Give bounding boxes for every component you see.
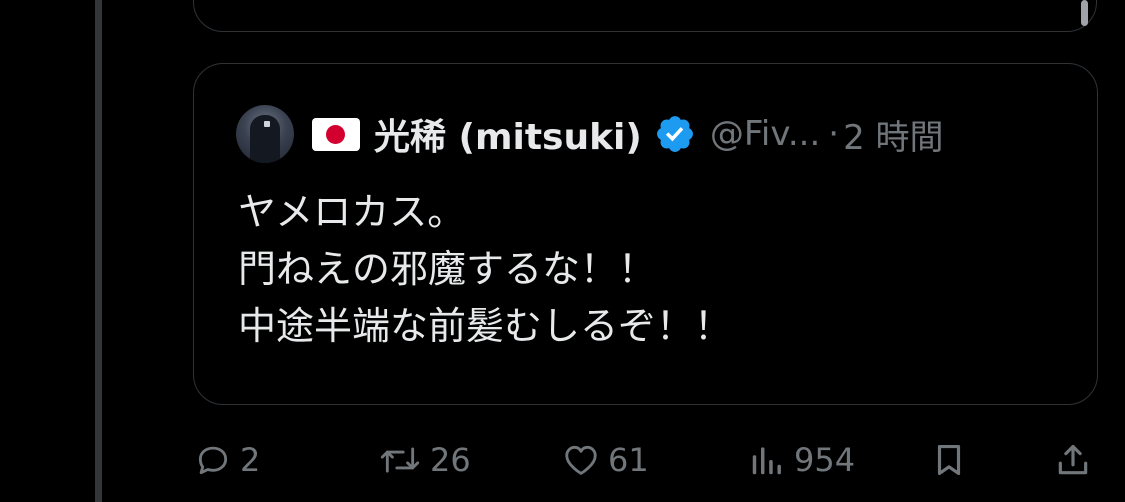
repost-button[interactable]: 26 [378, 430, 471, 490]
quoted-post-header: 光稀 (mitsuki) @Fiv... · 2 時間 [236, 103, 944, 165]
post-timestamp[interactable]: 2 時間 [843, 110, 943, 159]
text-line: 門ねえの邪魔するな！！ [238, 247, 657, 291]
quoted-post-text: ヤメロカス。 門ねえの邪魔するな！！ 中途半端な前髪むしるぞ！！ [238, 184, 732, 355]
heart-icon [565, 445, 597, 475]
reply-button[interactable]: 2 [194, 430, 260, 490]
scrollbar[interactable] [1081, 0, 1088, 26]
text-line: ヤメロカス。 [238, 190, 466, 234]
previous-quote-card[interactable] [193, 0, 1097, 32]
avatar-detail [264, 121, 270, 127]
separator-dot: · [828, 114, 840, 154]
avatar[interactable] [236, 105, 294, 163]
analytics-icon [752, 447, 781, 475]
share-icon [1058, 444, 1088, 475]
reply-icon [198, 446, 228, 475]
like-count: 61 [608, 441, 649, 479]
share-button[interactable] [1054, 430, 1092, 490]
bookmark-icon [937, 444, 961, 476]
bookmark-button[interactable] [930, 430, 968, 490]
view-count: 954 [794, 441, 856, 479]
japan-flag-icon [312, 117, 360, 151]
user-handle[interactable]: @Fiv... [710, 114, 820, 154]
thread-connector-line [95, 0, 102, 502]
text-line: 中途半端な前髪むしるぞ！！ [238, 304, 733, 348]
reply-count: 2 [240, 441, 261, 479]
repost-icon [380, 447, 420, 473]
repost-count: 26 [430, 441, 471, 479]
verified-badge-icon [656, 116, 693, 152]
display-name[interactable]: 光稀 (mitsuki) [374, 108, 642, 160]
views-button[interactable]: 954 [748, 430, 855, 490]
quoted-post-card[interactable]: 光稀 (mitsuki) @Fiv... · 2 時間 ヤメロカス。 門ねえの邪… [193, 63, 1098, 405]
post-action-bar: 2 26 61 954 [0, 430, 1125, 490]
flag-sun [326, 124, 345, 144]
like-button[interactable]: 61 [562, 430, 649, 490]
